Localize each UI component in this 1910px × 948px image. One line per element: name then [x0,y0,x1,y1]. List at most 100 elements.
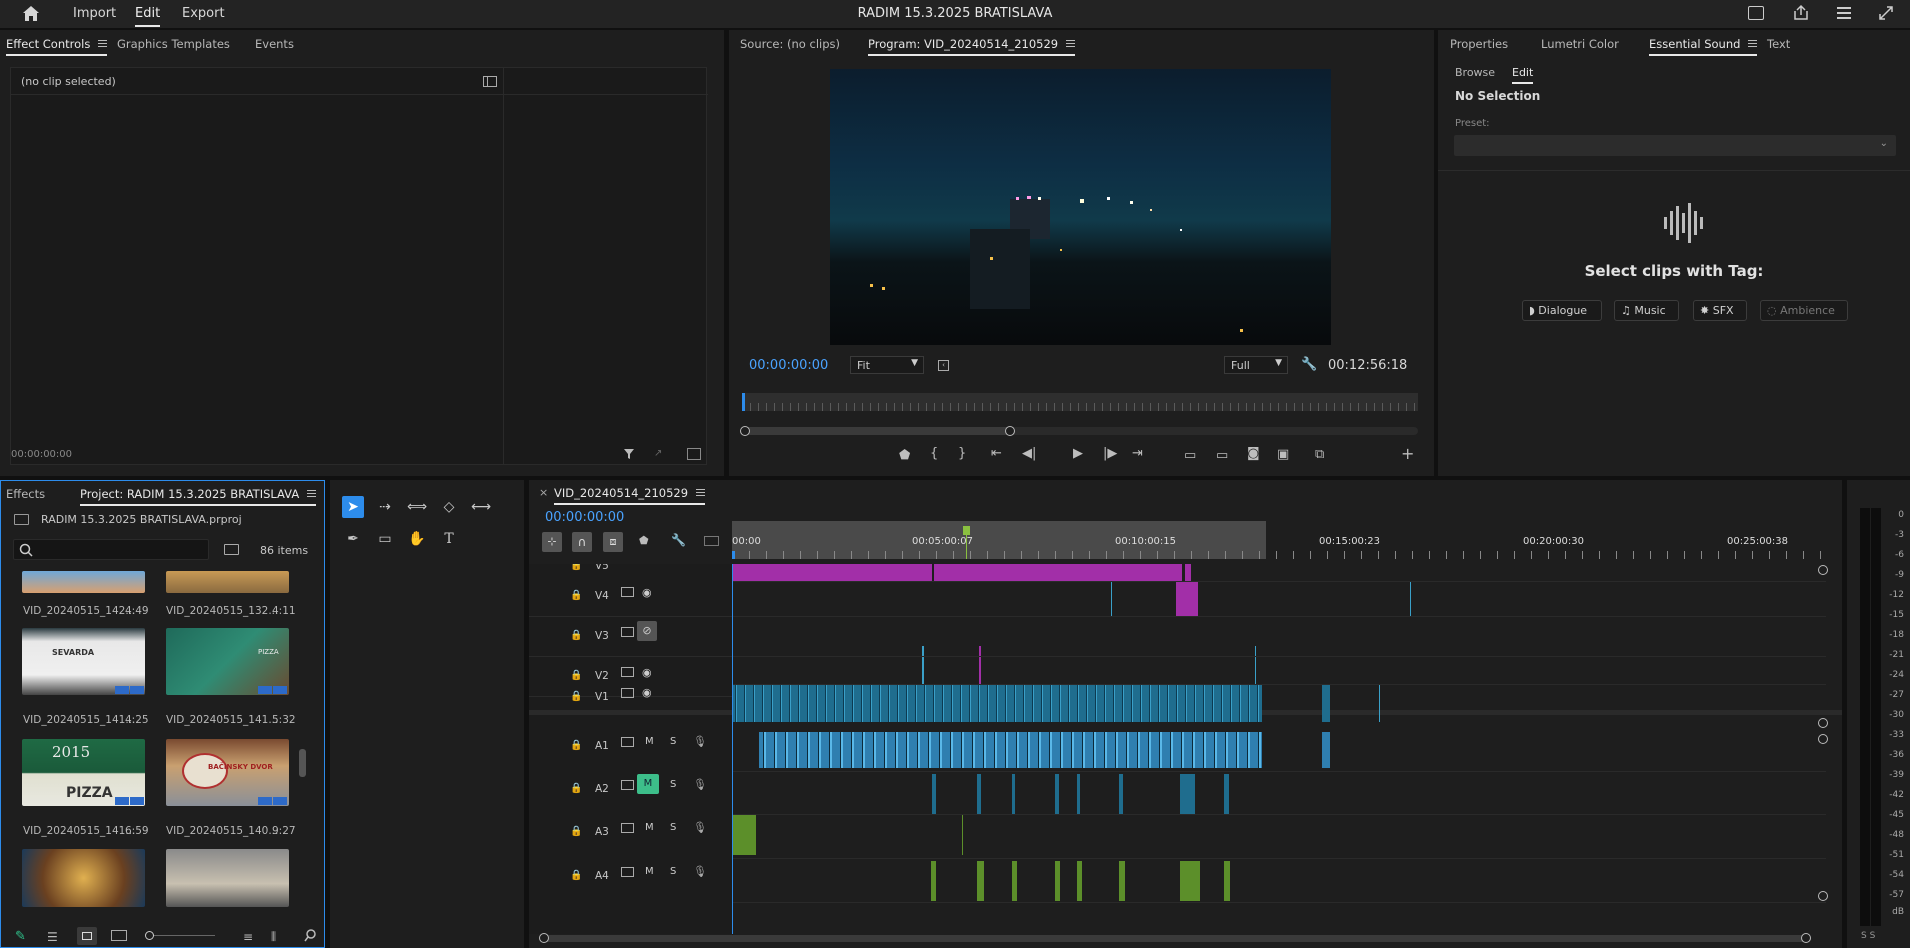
export-frame-icon[interactable]: ◙ [1247,446,1260,461]
tab-project[interactable]: Project: RADIM 15.3.2025 BRATISLAVA [80,487,317,506]
solo-button[interactable]: S [670,822,676,833]
tab-edit[interactable]: Edit [1512,66,1534,84]
extract-icon[interactable]: ▭ [1216,448,1228,463]
lock-icon[interactable]: 🔒 [570,630,582,641]
playhead[interactable] [732,551,735,559]
ripple-edit-tool-icon[interactable]: ⟺ [406,496,428,518]
mark-out-icon[interactable]: } [958,446,966,461]
tracks-content[interactable] [732,564,1828,934]
workspace-icon[interactable] [1836,6,1852,20]
zoom-slider-handle[interactable] [145,931,154,940]
sync-lock-icon[interactable] [621,627,634,637]
export-frame-icon[interactable] [687,448,701,460]
clip-thumbnail[interactable] [22,571,145,593]
playhead[interactable] [742,393,745,411]
dialogue-tag-button[interactable]: ◗ Dialogue [1522,300,1602,321]
sort-icon[interactable]: ≡ [243,930,253,944]
lock-icon[interactable]: 🔒 [570,691,582,702]
tab-text[interactable]: Text [1767,37,1790,51]
tab-sequence[interactable]: VID_20240514_210529 [554,486,706,505]
eye-icon[interactable]: ◉ [642,686,652,699]
overwrite-icon[interactable]: ⧉ [1315,447,1324,462]
ambience-tag-button[interactable]: ◌ Ambience [1760,300,1848,321]
tab-source[interactable]: Source: (no clips) [740,37,840,51]
step-forward-icon[interactable]: |▶ [1103,446,1117,461]
clip-thumbnail[interactable]: PIZZA [166,628,289,695]
time-ruler[interactable]: 00:00 00:05:00:07 00:10:00:15 00:15:00:2… [732,521,1826,559]
scroll-handle[interactable] [1818,718,1828,728]
panel-menu-icon[interactable] [1748,40,1758,47]
scroll-handle-left[interactable] [539,933,549,943]
clip-thumbnail[interactable]: 2015 PIZZA [22,739,145,806]
close-icon[interactable]: × [539,486,548,499]
mute-button[interactable]: M [645,822,654,833]
hand-tool-icon[interactable]: ✋ [406,528,428,550]
fullscreen-icon[interactable] [1878,5,1894,21]
preset-dropdown[interactable]: ⌄ [1454,135,1896,156]
microphone-icon[interactable]: 🎙 [693,865,707,878]
tab-effect-controls[interactable]: Effect Controls [6,37,108,56]
search-input[interactable] [13,539,209,560]
scroll-handle[interactable] [1818,734,1828,744]
sync-lock-icon[interactable] [621,737,634,747]
scroll-handle[interactable] [1818,891,1828,901]
mute-button[interactable]: M [645,736,654,747]
mute-button-active[interactable]: M [637,774,659,794]
scroll-handle-right[interactable] [1801,933,1811,943]
quick-action-icon[interactable] [1748,6,1764,20]
microphone-icon[interactable]: 🎙 [693,735,707,748]
tab-essential-sound[interactable]: Essential Sound [1649,37,1758,56]
go-to-out-icon[interactable]: ⇥ [1132,446,1143,461]
mark-in-icon[interactable]: { [930,446,938,461]
settings-toggle-icon[interactable]: ‹ [938,360,949,371]
mini-timeline[interactable] [742,393,1418,411]
lock-icon[interactable]: 🔒 [570,590,582,601]
microphone-icon[interactable]: 🎙 [693,778,707,791]
clip-v5[interactable] [1185,564,1191,581]
fit-dropdown[interactable]: Fit ▼ [850,356,924,374]
clip-thumbnail[interactable] [166,849,289,907]
icon-view-icon[interactable] [77,927,97,945]
panel-menu-icon[interactable] [307,490,317,497]
scroll-handle[interactable] [1818,565,1828,575]
snap-icon[interactable]: ∩ [572,532,592,552]
lift-icon[interactable]: ▭ [1184,448,1196,463]
sync-lock-icon[interactable] [621,587,634,597]
razor-tool-icon[interactable]: ◇ [438,496,460,518]
vertical-scrollbar[interactable] [299,749,306,777]
tab-effects[interactable]: Effects [6,487,45,501]
toggle-timeline-icon[interactable] [483,76,497,87]
insert-icon[interactable]: ▣ [1277,447,1289,462]
new-bin-icon[interactable] [224,544,239,555]
find-icon[interactable] [304,929,317,945]
type-tool-icon[interactable]: T [438,528,460,550]
sfx-tag-button[interactable]: ✸ SFX [1693,300,1747,321]
clip-thumbnail[interactable] [166,571,289,593]
lock-icon[interactable]: 🔒 [570,740,582,751]
clip-v1[interactable] [1322,685,1330,722]
scroll-handle-left[interactable] [740,426,750,436]
full-dropdown[interactable]: Full ▼ [1224,356,1288,374]
tab-graphics-templates[interactable]: Graphics Templates [117,37,230,51]
sync-lock-icon[interactable] [621,667,634,677]
clip-thumbnail[interactable]: SEVARDA [22,628,145,695]
go-to-in-icon[interactable]: ⇤ [991,446,1002,461]
filter-icon[interactable] [623,448,635,463]
marker-icon[interactable]: ⬟ [899,448,910,463]
list-view-icon[interactable]: ☰ [47,930,58,944]
sequence-marker[interactable] [963,526,970,535]
add-marker-icon[interactable]: ⬟ [639,534,649,547]
clip-v4[interactable] [1176,582,1198,616]
clip-a1[interactable] [1322,732,1330,768]
panel-menu-icon[interactable] [696,489,706,496]
tab-lumetri-color[interactable]: Lumetri Color [1541,37,1619,51]
rectangle-tool-icon[interactable]: ▭ [374,528,396,550]
slip-tool-icon[interactable]: ⟷ [470,496,492,518]
tab-events[interactable]: Events [255,37,294,51]
captions-icon[interactable] [704,536,719,546]
add-button-icon[interactable]: + [1401,444,1414,463]
clip-thumbnail[interactable]: BAČINSKY DVOR [166,739,289,806]
step-back-icon[interactable]: ◀| [1022,446,1036,461]
solo-button[interactable]: S [670,779,676,790]
clip-v2[interactable] [979,646,981,684]
